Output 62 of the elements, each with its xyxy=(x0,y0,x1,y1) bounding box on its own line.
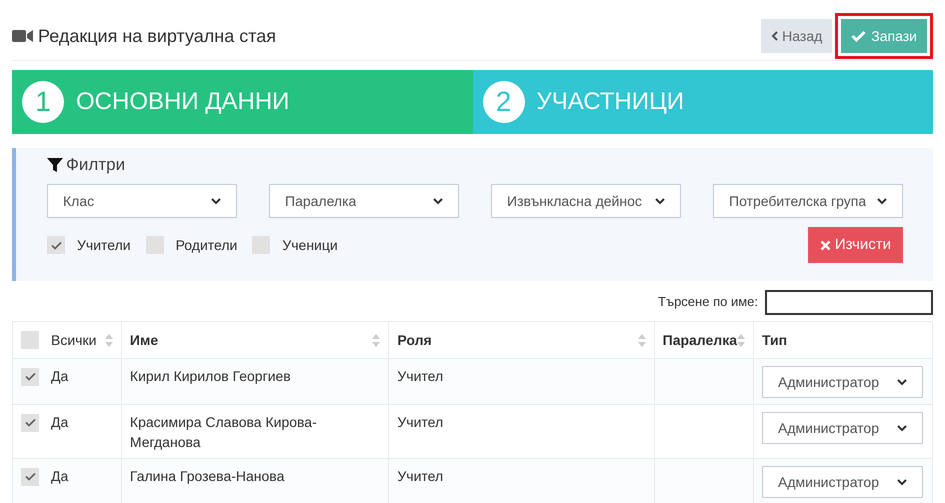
caret-icon xyxy=(211,198,221,204)
page-title: Редакция на виртуална стая xyxy=(38,24,276,48)
dropdown[interactable]: Клас xyxy=(47,184,237,218)
checkbox-label: Родители xyxy=(176,236,238,255)
table-cell: Галина Грозева-Нанова xyxy=(130,468,284,484)
column-header[interactable]: Тип xyxy=(762,330,788,350)
filter-title: Филтри xyxy=(66,154,126,176)
checkbox-label: Ученици xyxy=(282,236,338,255)
check-icon xyxy=(24,372,36,381)
sort-icon[interactable] xyxy=(737,334,745,346)
check-icon xyxy=(24,472,36,481)
search-field[interactable] xyxy=(765,290,933,314)
table-cell: Учител xyxy=(397,368,444,384)
clear-button[interactable]: Изчисти xyxy=(808,227,903,263)
dropdown-value: Администратор xyxy=(778,418,880,438)
caret-icon xyxy=(897,378,907,386)
check-icon xyxy=(24,418,36,427)
dropdown-value: Клас xyxy=(63,192,94,210)
table-cell-text: Да xyxy=(51,367,68,386)
dropdown[interactable]: Администратор xyxy=(762,412,923,444)
checkbox[interactable] xyxy=(252,236,270,254)
checkbox[interactable] xyxy=(146,236,164,254)
filter-icon xyxy=(47,157,63,173)
caret-icon xyxy=(897,478,907,486)
dropdown[interactable]: Паралелка xyxy=(269,184,459,218)
dropdown[interactable]: Потребителска група xyxy=(713,184,903,218)
dropdown-value: Администратор xyxy=(778,472,880,492)
table-cell: Кирил Кирилов Георгиев xyxy=(130,368,291,384)
column-header[interactable]: Име xyxy=(130,330,158,350)
table-cell-text: Да xyxy=(51,467,68,486)
search-label: Търсене по име: xyxy=(658,293,758,312)
video-camera-icon xyxy=(12,29,34,43)
table-cell: Учител xyxy=(397,414,444,430)
table-cell: Учител xyxy=(397,468,444,484)
dropdown-value: Паралелка xyxy=(285,192,356,211)
checkbox[interactable] xyxy=(21,368,39,386)
dropdown-value: Извънкласна дейнос xyxy=(507,192,642,211)
checkbox[interactable] xyxy=(21,468,39,486)
column-header[interactable]: Роля xyxy=(397,330,432,350)
sort-icon[interactable] xyxy=(638,334,646,346)
dropdown[interactable]: Извънкласна дейнос xyxy=(491,184,681,218)
dropdown-value: Потребителска група xyxy=(729,192,866,211)
close-icon xyxy=(820,240,831,250)
caret-icon xyxy=(897,424,907,432)
dropdown[interactable]: Администратор xyxy=(762,366,923,398)
table-cell-text: Да xyxy=(51,413,68,432)
caret-icon xyxy=(433,198,443,204)
table-cell: Красимира Славова Кирова-Мегданова xyxy=(130,414,317,450)
check-icon xyxy=(50,240,62,250)
dropdown-value: Администратор xyxy=(778,372,880,392)
checkbox[interactable] xyxy=(21,331,39,349)
sort-icon[interactable] xyxy=(104,334,113,346)
back-button[interactable]: Назад xyxy=(761,19,832,53)
chevron-left-icon xyxy=(771,31,778,41)
checkbox-label: Учители xyxy=(77,236,131,254)
dropdown[interactable]: Администратор xyxy=(762,466,923,498)
checkbox[interactable] xyxy=(21,414,39,432)
caret-icon xyxy=(655,198,665,204)
check-icon xyxy=(851,30,866,42)
checkbox[interactable] xyxy=(47,236,65,254)
sort-icon[interactable] xyxy=(372,334,380,346)
caret-icon xyxy=(877,198,887,204)
